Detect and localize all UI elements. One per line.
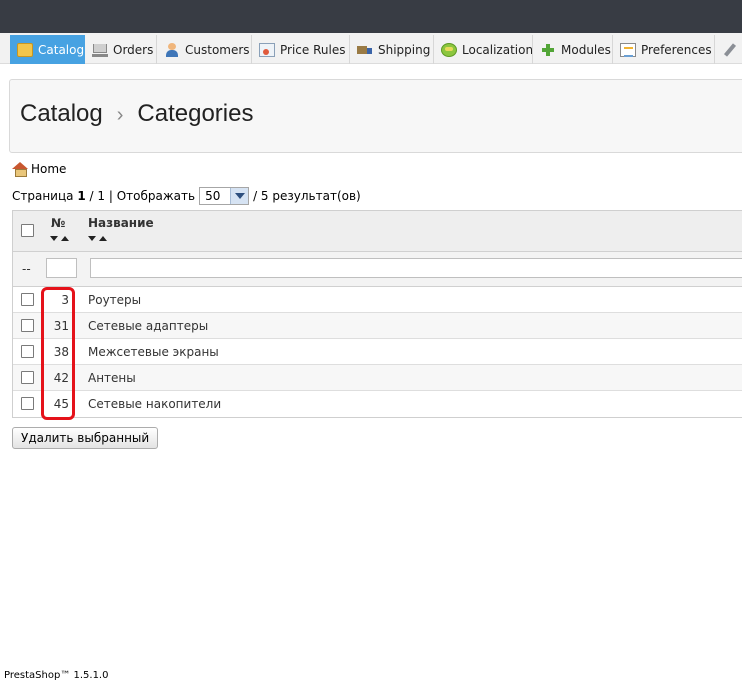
tab-orders-label: Orders — [113, 42, 154, 57]
row-checkbox[interactable] — [21, 345, 34, 358]
results-count: / 5 результат(ов) — [253, 189, 361, 203]
table-row[interactable]: 31 Сетевые адаптеры — [13, 313, 742, 339]
sort-desc-icon[interactable] — [50, 236, 58, 241]
table-row[interactable]: 38 Межсетевые экраны — [13, 339, 742, 365]
row-name: Роутеры — [88, 293, 142, 307]
truck-icon — [357, 43, 373, 57]
current-page: 1 — [77, 189, 86, 203]
row-name: Сетевые накопители — [88, 397, 222, 411]
tab-price-rules[interactable]: Price Rules — [252, 35, 350, 64]
cart-icon — [92, 43, 108, 57]
preferences-icon — [620, 42, 636, 57]
home-icon — [11, 162, 29, 177]
pagination-bar: Страница 1 / 1 | Отображать 50 / 5 резул… — [12, 187, 361, 205]
filter-placeholder: -- — [22, 262, 31, 276]
id-sort-controls — [50, 236, 72, 241]
table-row[interactable]: 3 Роутеры — [13, 287, 742, 313]
tab-advanced[interactable] — [715, 35, 742, 64]
tab-catalog-label: Catalog — [38, 42, 85, 57]
page-header: Catalog › Categories — [9, 79, 742, 153]
row-name: Межсетевые экраны — [88, 345, 219, 359]
breadcrumb-separator: › — [116, 104, 124, 126]
row-id: 45 — [53, 397, 69, 411]
id-filter-input[interactable] — [46, 258, 77, 278]
row-checkbox[interactable] — [21, 397, 34, 410]
categories-table: № Название -- 3 Роутеры 31 Сетевые адапт… — [12, 210, 742, 418]
tab-shipping-label: Shipping — [378, 42, 431, 57]
user-icon — [164, 42, 180, 57]
page-prefix: Страница — [12, 189, 74, 203]
home-link[interactable]: Home — [11, 162, 67, 177]
wrench-icon — [722, 43, 738, 57]
puzzle-icon — [540, 43, 556, 57]
breadcrumb-page: Categories — [137, 100, 254, 127]
per-page-select[interactable]: 50 — [199, 187, 250, 205]
per-page-value: 50 — [205, 189, 221, 203]
row-id: 3 — [61, 293, 69, 307]
row-checkbox[interactable] — [21, 293, 34, 306]
row-name: Сетевые адаптеры — [88, 319, 209, 333]
tab-orders[interactable]: Orders — [85, 35, 157, 64]
row-checkbox[interactable] — [21, 371, 34, 384]
delete-selected-button[interactable]: Удалить выбранный — [12, 427, 159, 449]
tab-customers[interactable]: Customers — [157, 35, 252, 64]
admin-top-bar — [0, 0, 742, 33]
row-id: 31 — [53, 319, 69, 333]
tab-modules[interactable]: Modules — [533, 35, 613, 64]
tab-localization-label: Localization — [462, 42, 533, 57]
page-suffix: / 1 | Отображать — [89, 189, 196, 203]
row-checkbox[interactable] — [21, 319, 34, 332]
name-sort-controls — [88, 236, 110, 241]
name-filter-input[interactable] — [90, 258, 742, 278]
row-name: Антены — [88, 371, 136, 385]
breadcrumb-section[interactable]: Catalog — [20, 100, 103, 127]
select-all-checkbox[interactable] — [21, 224, 34, 237]
table-row[interactable]: 42 Антены — [13, 365, 742, 391]
tab-catalog[interactable]: Catalog — [10, 35, 85, 64]
table-header: № Название — [13, 211, 742, 252]
row-id: 38 — [53, 345, 69, 359]
tab-modules-label: Modules — [561, 42, 611, 57]
tab-customers-label: Customers — [185, 42, 250, 57]
column-id-header: № — [51, 216, 66, 230]
table-row[interactable]: 45 Сетевые накопители — [13, 391, 742, 417]
sort-asc-icon[interactable] — [61, 236, 69, 241]
row-id: 42 — [53, 371, 69, 385]
price-rules-icon — [259, 42, 275, 57]
chevron-down-icon[interactable] — [230, 188, 249, 204]
globe-icon — [441, 42, 457, 57]
folder-icon — [17, 42, 33, 57]
tab-preferences[interactable]: Preferences — [613, 35, 715, 64]
main-menu-tabs: Catalog Orders Customers Price Rules Shi… — [0, 33, 742, 64]
home-link-label: Home — [31, 162, 67, 176]
tab-localization[interactable]: Localization — [434, 35, 533, 64]
footer-version: PrestaShop™ 1.5.1.0 — [4, 670, 109, 681]
tab-price-rules-label: Price Rules — [280, 42, 346, 57]
page-title: Catalog › Categories — [20, 100, 253, 128]
tab-preferences-label: Preferences — [641, 42, 712, 57]
column-name-header: Название — [88, 216, 154, 230]
filter-row: -- — [13, 252, 742, 287]
sort-asc-icon[interactable] — [99, 236, 107, 241]
tab-shipping[interactable]: Shipping — [350, 35, 434, 64]
sort-desc-icon[interactable] — [88, 236, 96, 241]
